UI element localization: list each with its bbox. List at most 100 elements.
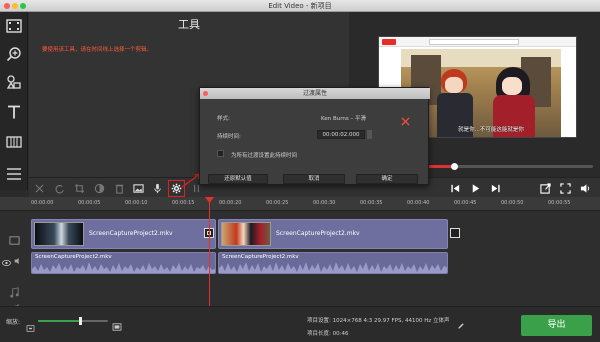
contrast-icon	[94, 183, 104, 193]
cut-button[interactable]	[32, 181, 46, 195]
film-icon	[6, 19, 22, 33]
clip-end-marker[interactable]	[450, 228, 460, 238]
scissors-icon	[34, 183, 44, 193]
ruler-tick: 00:00:00	[31, 200, 54, 206]
style-value[interactable]: Ken Burns – 平滑	[321, 114, 366, 122]
zoom-slider[interactable]	[38, 317, 108, 325]
fullscreen-icon	[559, 182, 571, 194]
image-icon	[132, 183, 144, 193]
tool-sidebar	[0, 12, 28, 190]
ruler-tick: 00:00:30	[313, 200, 336, 206]
ruler-tick: 00:00:10	[125, 200, 148, 206]
project-settings: 项目设置: 1024×768 4:3 29.97 FPS, 44100 Hz 立…	[307, 318, 450, 324]
ruler-tick: 00:00:45	[454, 200, 477, 206]
ruler-tick: 00:00:25	[266, 200, 289, 206]
duration-label: 持续时间:	[217, 134, 241, 140]
scrubber-handle[interactable]	[451, 163, 458, 170]
record-audio-button[interactable]	[150, 181, 164, 195]
timeline-tracks: ScreenCaptureProject2.mkv ScreenCaptureP…	[0, 211, 600, 310]
style-label: 样式:	[217, 116, 230, 122]
eye-icon	[2, 260, 11, 266]
fullscreen-button[interactable]	[558, 181, 572, 195]
zoom-label: 缩放:	[6, 319, 21, 326]
sidebar-item-transitions[interactable]	[2, 130, 26, 154]
play-button[interactable]	[468, 181, 482, 195]
zoom-out-icon[interactable]	[26, 317, 35, 336]
clip-thumbnail	[221, 222, 271, 246]
list-icon	[7, 168, 21, 180]
youtube-logo	[382, 39, 396, 45]
microphone-icon	[153, 183, 161, 193]
sidebar-item-media[interactable]	[2, 14, 26, 38]
sidebar-item-shapes[interactable]	[2, 70, 26, 94]
audio-waveform	[219, 262, 447, 273]
volume-button[interactable]	[578, 181, 592, 195]
tools-hint: 要使用该工具，请在时间线上选择一个剪辑。	[42, 47, 153, 53]
apply-all-label: 为所有过渡设置此持续时间	[231, 153, 298, 159]
next-button[interactable]	[488, 181, 502, 195]
previous-button[interactable]	[448, 181, 462, 195]
audio-clip-1[interactable]: ScreenCaptureProject2.mkv	[31, 252, 216, 274]
color-adjust-button[interactable]	[92, 181, 106, 195]
ruler-tick: 00:00:35	[360, 200, 383, 206]
audio-clip-2[interactable]: ScreenCaptureProject2.mkv	[218, 252, 448, 274]
edit-settings-button[interactable]	[457, 315, 465, 334]
track-visibility-toggle[interactable]	[2, 251, 11, 270]
video-subtitle: 就是你...不可能这能就是你	[458, 127, 524, 133]
crop-icon	[74, 183, 84, 193]
remove-transition-button[interactable]	[401, 111, 410, 130]
zoom-in-icon[interactable]	[112, 316, 122, 335]
text-icon	[8, 105, 20, 119]
clip-thumbnail	[34, 222, 84, 246]
mute-video-track-button[interactable]	[14, 250, 22, 269]
zoom-icon	[6, 47, 21, 62]
project-length: 项目长度: 00:46	[307, 331, 349, 337]
duration-field[interactable]: 00:00:02.000	[317, 130, 365, 139]
shapes-icon	[6, 75, 21, 89]
delete-button[interactable]	[112, 181, 126, 195]
ruler-tick: 00:00:20	[219, 200, 242, 206]
sidebar-item-more[interactable]	[2, 162, 26, 186]
tools-title: 工具	[178, 18, 200, 31]
close-icon	[401, 117, 410, 126]
ruler-tick: 00:00:50	[501, 200, 524, 206]
video-clip-2[interactable]: ScreenCaptureProject2.mkv	[218, 219, 448, 249]
export-button[interactable]: 导出	[521, 315, 592, 336]
clip-title: ScreenCaptureProject2.mkv	[276, 230, 360, 237]
cancel-button[interactable]: 取消	[283, 174, 345, 184]
apply-all-checkbox[interactable]	[217, 150, 224, 157]
zoom-slider-handle[interactable]	[79, 317, 82, 325]
ruler-tick: 00:00:15	[172, 200, 195, 206]
export-frame-icon	[539, 182, 551, 194]
clip-title: ScreenCaptureProject2.mkv	[89, 230, 173, 237]
rotate-icon	[55, 184, 64, 193]
title-bar: Edit Video - 新项目	[0, 0, 600, 12]
dialog-title: 过渡属性	[200, 88, 430, 99]
ruler-tick: 00:00:55	[548, 200, 571, 206]
transition-properties-dialog: 过渡属性 样式: Ken Burns – 平滑 持续时间: 00:00:02.0…	[199, 87, 430, 185]
sidebar-item-zoom[interactable]	[2, 42, 26, 66]
insert-media-button[interactable]	[131, 181, 145, 195]
ruler-tick: 00:00:05	[78, 200, 101, 206]
rotate-button[interactable]	[52, 181, 66, 195]
speaker-icon	[580, 183, 589, 193]
duration-stepper[interactable]	[367, 130, 372, 139]
sidebar-item-text[interactable]	[2, 100, 26, 124]
timeline-ruler[interactable]: 00:00:00 00:00:05 00:00:10 00:00:15 00:0…	[0, 197, 600, 211]
audio-waveform	[32, 262, 215, 273]
window-title: Edit Video - 新项目	[268, 2, 332, 10]
video-clip-1[interactable]: ScreenCaptureProject2.mkv	[31, 219, 216, 249]
playhead[interactable]	[209, 199, 210, 306]
transition-icon	[6, 136, 22, 148]
dialog-close-button[interactable]	[203, 91, 208, 96]
ok-button[interactable]: 确定	[356, 174, 418, 184]
video-track-icon	[8, 235, 20, 245]
play-icon	[472, 183, 479, 193]
snapshot-button[interactable]	[538, 181, 552, 195]
reset-defaults-button[interactable]: 还原默认值	[208, 174, 268, 184]
speaker-icon	[14, 258, 19, 264]
trash-icon	[115, 184, 123, 194]
ruler-tick: 00:00:40	[407, 200, 430, 206]
pencil-icon	[458, 323, 464, 329]
crop-button[interactable]	[72, 181, 86, 195]
